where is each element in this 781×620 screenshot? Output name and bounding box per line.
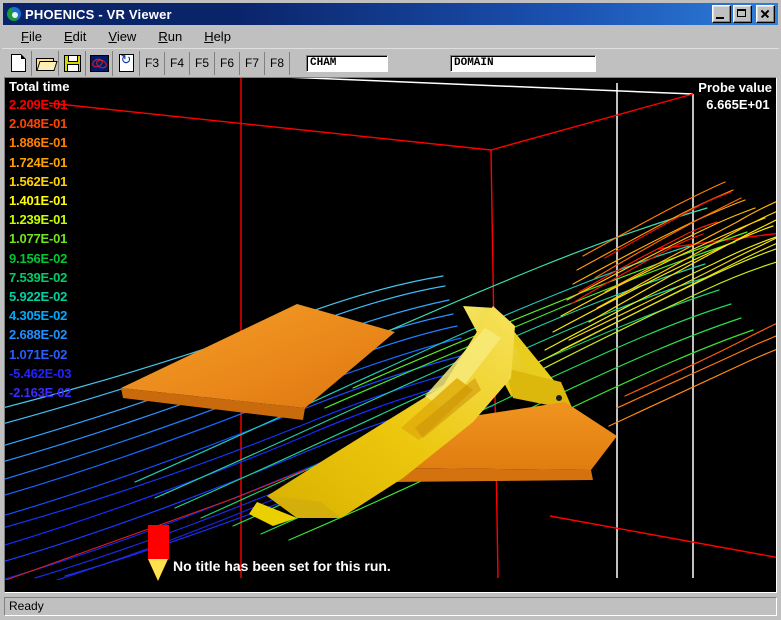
jet-left-wing — [121, 304, 395, 408]
run-title-text: No title has been set for this run. — [173, 558, 391, 574]
f8-button[interactable]: F8 — [265, 52, 289, 75]
legend-entry-8: 9.156E-02 — [9, 249, 113, 268]
phoenics-globe-icon — [6, 6, 22, 22]
probe-marker[interactable] — [148, 525, 169, 581]
probe-marker-tip — [148, 559, 168, 581]
menu-item-run[interactable]: Run — [147, 27, 193, 46]
f5-button[interactable]: F5 — [190, 52, 214, 75]
fighter-jet-model — [121, 304, 617, 526]
legend-entry-7: 1.077E-01 — [9, 229, 113, 248]
save-button[interactable] — [59, 51, 85, 76]
jet-nozzle — [556, 395, 562, 401]
legend-title: Total time — [9, 80, 113, 94]
status-bar: Ready — [4, 595, 777, 617]
legend-entry-6: 1.239E-01 — [9, 210, 113, 229]
domain-field[interactable]: DOMAIN — [450, 55, 596, 72]
phoenics-button[interactable] — [86, 51, 112, 76]
legend-entry-1: 2.048E-01 — [9, 114, 113, 133]
legend-entry-15: -2.163E-02 — [9, 383, 113, 402]
new-icon — [11, 54, 26, 72]
legend-entry-2: 1.886E-01 — [9, 133, 113, 152]
status-text: Ready — [4, 597, 777, 616]
legend-entry-13: 1.071E-02 — [9, 345, 113, 364]
legend-entry-12: 2.688E-02 — [9, 325, 113, 344]
open-button[interactable] — [32, 51, 58, 76]
legend-entry-10: 5.922E-02 — [9, 287, 113, 306]
cham-field[interactable]: CHAM — [306, 55, 388, 72]
legend-entry-4: 1.562E-01 — [9, 172, 113, 191]
reload-button[interactable] — [113, 51, 139, 76]
colour-legend: Total time 2.209E-01 2.048E-01 1.886E-01… — [9, 80, 113, 402]
legend-entry-9: 7.539E-02 — [9, 268, 113, 287]
f4-button[interactable]: F4 — [165, 52, 189, 75]
minimize-icon — [716, 17, 724, 19]
vr-viewer-window: PHOENICS - VR Viewer File Edit View Run … — [0, 0, 781, 620]
window-controls — [712, 5, 775, 23]
probe-value-label: Probe value — [698, 80, 772, 95]
f3-button[interactable]: F3 — [140, 52, 164, 75]
f6-button[interactable]: F6 — [215, 52, 239, 75]
probe-marker-body — [148, 525, 169, 559]
menu-item-edit[interactable]: Edit — [53, 27, 97, 46]
viewport-frame: Total time 2.209E-01 2.048E-01 1.886E-01… — [4, 77, 777, 593]
legend-entry-14: -5.462E-03 — [9, 364, 113, 383]
toolbar: F3 F4 F5 F6 F7 F8 CHAM DOMAIN — [2, 48, 779, 77]
legend-entry-3: 1.724E-01 — [9, 153, 113, 172]
reload-icon — [119, 54, 134, 72]
maximize-icon — [737, 9, 746, 17]
menu-item-file[interactable]: File — [10, 27, 53, 46]
menu-item-view[interactable]: View — [97, 27, 147, 46]
menu-item-help[interactable]: Help — [193, 27, 242, 46]
window-title: PHOENICS - VR Viewer — [25, 7, 712, 22]
phoenics-icon — [90, 55, 109, 72]
legend-entry-11: 4.305E-02 — [9, 306, 113, 325]
f7-button[interactable]: F7 — [240, 52, 264, 75]
probe-value-number: 6.665E+01 — [698, 95, 772, 114]
3d-scene — [5, 78, 776, 580]
domain-box-wireframe — [49, 78, 776, 578]
legend-entry-0: 2.209E-01 — [9, 95, 113, 114]
open-icon — [36, 56, 54, 70]
close-button[interactable] — [756, 5, 775, 23]
legend-entry-5: 1.401E-01 — [9, 191, 113, 210]
probe-value-readout: Probe value 6.665E+01 — [698, 80, 772, 114]
outer-frame-wireframe — [165, 78, 693, 578]
new-button[interactable] — [5, 51, 31, 76]
save-icon — [64, 55, 81, 72]
minimize-button[interactable] — [712, 5, 731, 23]
title-bar: PHOENICS - VR Viewer — [3, 3, 778, 25]
3d-viewport[interactable]: Total time 2.209E-01 2.048E-01 1.886E-01… — [5, 78, 776, 592]
maximize-button[interactable] — [733, 5, 752, 23]
menu-bar: File Edit View Run Help — [2, 25, 779, 48]
